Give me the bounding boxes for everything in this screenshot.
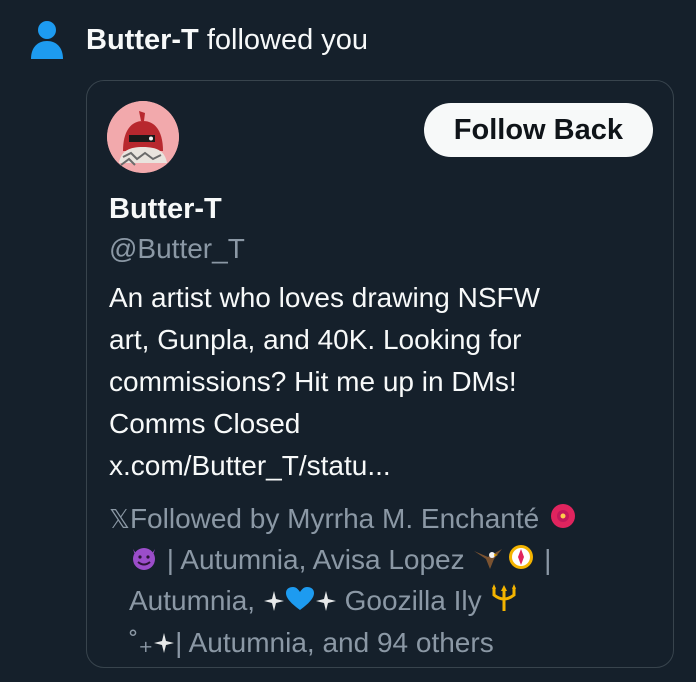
followed-by-text: | Autumnia, Avisa Lopez <box>159 544 473 576</box>
followed-by-text: | <box>536 544 552 576</box>
sparkle-icon <box>153 625 175 664</box>
bio-line: commissions? Hit me up in DMs! <box>109 366 517 397</box>
profile-display-name[interactable]: Butter-T <box>109 191 222 227</box>
followed-by-line: 𝕏Followed by Myrrha M. Enchanté <box>109 499 669 540</box>
notification-page: Butter-T followed you Follow Back Butter… <box>0 0 696 682</box>
person-icon <box>30 19 64 61</box>
compass-icon <box>506 542 536 581</box>
sparkle-icon <box>263 583 285 622</box>
followed-by-line: | Autumnia, Avisa Lopez | <box>109 540 669 581</box>
bio-line: An artist who loves drawing NSFW <box>109 282 541 313</box>
followed-by-text: Followed by Myrrha M. Enchanté <box>129 503 540 534</box>
trident-icon <box>489 583 519 623</box>
profile-card[interactable]: Follow Back Butter-T @Butter_T An artist… <box>86 80 674 668</box>
followed-by-line: ˚₊ | Autumnia, and 94 others <box>109 623 669 664</box>
bio-line: Comms Closed <box>109 408 301 439</box>
sparkle-icon <box>315 583 337 622</box>
eagle-icon <box>472 542 506 581</box>
followed-by-text: | Autumnia, and 94 others <box>175 626 494 658</box>
avatar[interactable] <box>107 101 179 173</box>
bio-link[interactable]: x.com/Butter_T/statu... <box>109 445 649 487</box>
followed-by-text: Goozilla Ily <box>336 585 490 617</box>
hibiscus-icon <box>547 501 579 540</box>
smiling-devil-icon <box>129 542 159 581</box>
bio-line: art, Gunpla, and 40K. Looking for <box>109 324 522 355</box>
profile-handle[interactable]: @Butter_T <box>109 231 245 267</box>
x-logo-icon: 𝕏 <box>109 504 130 534</box>
followed-by-text: ˚₊ <box>129 626 154 658</box>
blue-heart-icon <box>285 583 315 622</box>
profile-bio: An artist who loves drawing NSFW art, Gu… <box>109 277 649 487</box>
followed-by-line: Autumnia, Goozilla Ily <box>109 581 669 623</box>
notification-actor-name[interactable]: Butter-T <box>86 24 199 56</box>
follow-notification-header[interactable]: Butter-T followed you <box>30 20 368 60</box>
notification-text: Butter-T followed you <box>86 20 368 60</box>
follow-back-button[interactable]: Follow Back <box>423 103 653 157</box>
notification-action-text: followed you <box>198 24 369 56</box>
followed-by-summary[interactable]: 𝕏Followed by Myrrha M. Enchanté | Autumn… <box>109 499 669 664</box>
followed-by-text: Autumnia, <box>129 585 263 617</box>
